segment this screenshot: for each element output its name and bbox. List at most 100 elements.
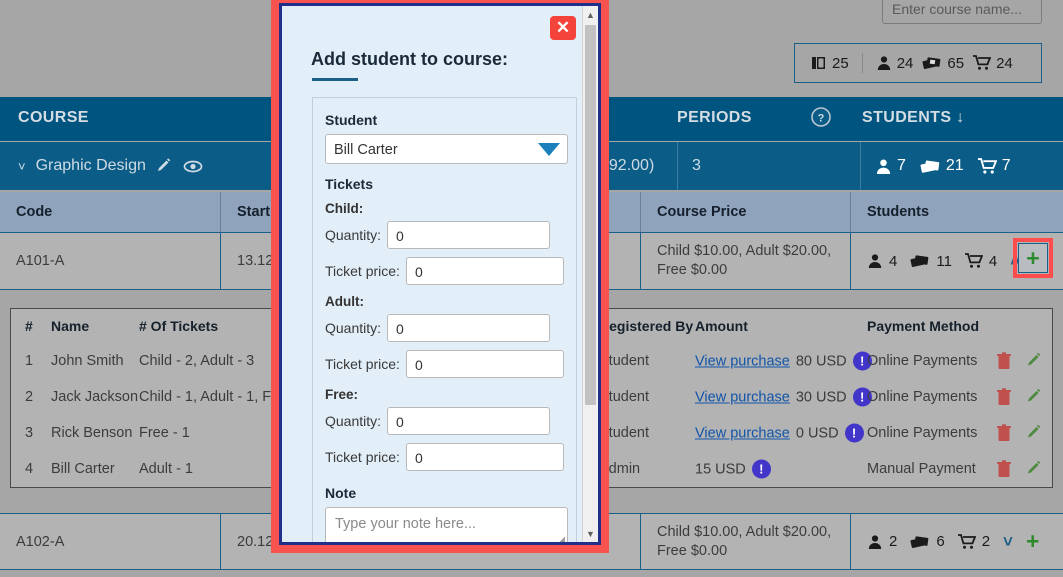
detail-row-amount-cell: View purchase 0 USD ! xyxy=(695,423,864,443)
adult-price-label: Ticket price: xyxy=(325,356,400,372)
cart-icon xyxy=(977,157,998,175)
divider xyxy=(861,53,863,73)
row-stat-tickets: 6 xyxy=(910,533,945,550)
child-price-label: Ticket price: xyxy=(325,263,400,279)
chevron-down-icon[interactable] xyxy=(538,143,560,156)
scrollbar-thumb[interactable] xyxy=(585,25,596,405)
course-group-name-cell[interactable]: ˅ Graphic Design xyxy=(18,142,203,190)
row-stat-person-value: 2 xyxy=(889,533,898,550)
view-purchase-link[interactable]: View purchase xyxy=(695,389,790,405)
detail-row-num: 2 xyxy=(25,389,34,405)
scroll-down-button[interactable]: ▼ xyxy=(583,525,598,542)
help-circle-icon[interactable]: ? xyxy=(810,106,832,128)
view-purchase-link[interactable]: View purchase xyxy=(695,353,790,369)
detail-header-num: # xyxy=(25,318,33,334)
pencil-icon[interactable] xyxy=(1026,460,1043,478)
modal-title: Add student to course: xyxy=(311,49,508,69)
stat-tickets: 65 xyxy=(922,55,964,72)
title-underline xyxy=(312,78,358,81)
modal-scrollbar[interactable]: ▲ ▼ xyxy=(582,6,598,542)
add-student-button[interactable]: + xyxy=(1026,530,1039,553)
view-purchase-link[interactable]: View purchase xyxy=(695,425,790,441)
pencil-icon[interactable] xyxy=(1026,352,1043,370)
course-stat-person: 7 xyxy=(875,157,906,175)
course-name: Graphic Design xyxy=(35,157,146,174)
stat-books-value: 25 xyxy=(832,54,849,72)
add-student-button[interactable]: + xyxy=(1018,243,1048,273)
svg-text:?: ? xyxy=(818,113,825,125)
note-textarea[interactable]: Type your note here... ◢ xyxy=(325,507,568,543)
detail-row-name: Rick Benson xyxy=(51,425,133,441)
person-icon xyxy=(867,534,883,550)
person-icon xyxy=(875,158,892,175)
row-stat-cart: 4 xyxy=(964,253,997,270)
row-stat-person: 2 xyxy=(867,533,897,550)
course-stat-tickets: 21 xyxy=(920,157,964,175)
tickets-icon xyxy=(910,253,930,269)
resize-handle-icon[interactable]: ◢ xyxy=(557,536,565,543)
detail-row-name: John Smith xyxy=(51,353,124,369)
detail-row-amount-cell: 15 USD ! xyxy=(695,459,771,479)
tickets-icon xyxy=(920,158,941,175)
detail-row-payment-method: Online Payments xyxy=(867,425,978,441)
detail-row-amount: 30 USD xyxy=(795,389,847,405)
note-placeholder: Type your note here... xyxy=(335,516,477,532)
adult-quantity-input[interactable]: 0 xyxy=(387,314,551,342)
warning-badge-icon: ! xyxy=(751,459,771,479)
course-stat-cart-value: 7 xyxy=(1001,157,1011,174)
row-stat-person: 4 xyxy=(867,253,897,270)
free-price-input[interactable]: 0 xyxy=(405,443,564,471)
detail-row-amount-cell: View purchase 80 USD ! xyxy=(695,351,872,371)
column-header-code[interactable]: Code xyxy=(0,192,220,232)
summary-stats-bar: 25 24 65 24 xyxy=(794,43,1042,83)
row-stat-tickets-value: 11 xyxy=(936,252,952,270)
child-price-row: Ticket price: 0 xyxy=(325,257,564,285)
detail-header-name: Name xyxy=(51,318,90,334)
detail-row-num: 3 xyxy=(25,425,34,441)
tickets-section-label: Tickets xyxy=(325,176,373,192)
trash-icon[interactable] xyxy=(996,460,1012,478)
header-students[interactable]: STUDENTS ↓ xyxy=(862,109,965,127)
trash-icon[interactable] xyxy=(996,388,1012,406)
detail-row-name: Bill Carter xyxy=(51,461,115,477)
books-icon xyxy=(811,55,827,71)
scroll-up-button[interactable]: ▲ xyxy=(583,6,598,23)
row-course-price: Child $10.00, Adult $20.00, Free $0.00 xyxy=(640,514,850,569)
child-price-input[interactable]: 0 xyxy=(405,257,564,285)
chevron-down-icon[interactable]: ˅ xyxy=(18,159,26,174)
detail-row-amount: 15 USD xyxy=(695,461,746,477)
course-search-input[interactable]: Enter course name... xyxy=(882,0,1042,24)
pencil-icon[interactable] xyxy=(1026,424,1043,442)
eye-icon[interactable] xyxy=(183,158,203,175)
person-icon xyxy=(867,253,883,269)
pencil-icon[interactable] xyxy=(1026,388,1043,406)
column-header-course-price[interactable]: Course Price xyxy=(640,192,850,232)
child-quantity-row: Quantity: 0 xyxy=(325,221,564,249)
close-icon[interactable]: ✕ xyxy=(550,16,576,40)
column-header-students[interactable]: Students xyxy=(850,192,1063,232)
course-students-summary: 7 21 7 xyxy=(860,142,1063,190)
child-quantity-label: Quantity: xyxy=(325,227,382,243)
free-price-label: Ticket price: xyxy=(325,449,400,465)
pencil-icon[interactable] xyxy=(156,157,173,175)
add-student-modal: ✕ Add student to course: Student Bill Ca… xyxy=(271,0,609,553)
detail-row-payment-method: Manual Payment xyxy=(867,461,976,477)
modal-scroll-content: ✕ Add student to course: Student Bill Ca… xyxy=(282,6,582,542)
add-student-button-highlight: + xyxy=(1013,238,1053,278)
trash-icon[interactable] xyxy=(996,352,1012,370)
student-select[interactable]: Bill Carter xyxy=(325,134,568,164)
child-quantity-input[interactable]: 0 xyxy=(387,221,551,249)
trash-icon[interactable] xyxy=(996,424,1012,442)
free-quantity-input[interactable]: 0 xyxy=(387,407,551,435)
modal-inner-frame: ✕ Add student to course: Student Bill Ca… xyxy=(279,3,601,545)
adult-price-input[interactable]: 0 xyxy=(405,350,564,378)
course-stat-person-value: 7 xyxy=(897,157,906,174)
detail-row-amount: 80 USD xyxy=(795,353,847,369)
person-icon xyxy=(876,55,892,71)
course-periods-count: 3 xyxy=(677,142,857,190)
plus-icon: + xyxy=(1026,244,1040,271)
chevron-down-icon[interactable]: ˅ xyxy=(1003,532,1013,552)
row-students-cell: 2 6 2 ˅ + xyxy=(850,514,1063,569)
row-code: A102-A xyxy=(16,533,65,550)
note-label: Note xyxy=(325,485,357,501)
